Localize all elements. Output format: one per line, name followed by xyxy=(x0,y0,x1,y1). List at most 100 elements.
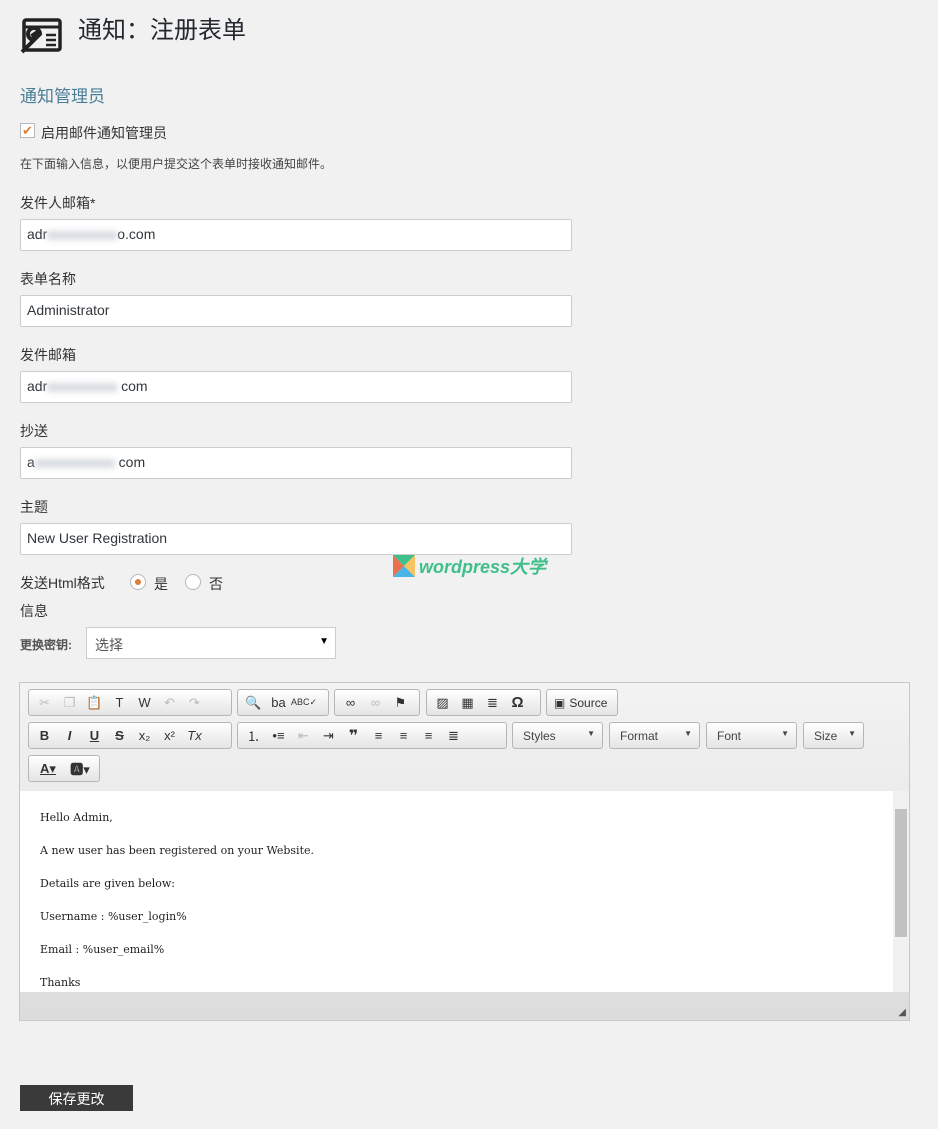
caret-down-icon: ▼ xyxy=(848,729,856,738)
field-label: 主题 xyxy=(20,499,48,515)
paste-text-icon[interactable]: T xyxy=(107,695,132,710)
bullet-list-icon[interactable]: •≡ xyxy=(266,728,291,743)
spellcheck-icon[interactable]: ABC✓ xyxy=(291,697,317,708)
editor-scrollbar[interactable] xyxy=(893,791,909,992)
field-label: 表单名称 xyxy=(20,271,76,287)
paragraph-group: ⒈ •≡ ⇤ ⇥ ❞ ≡ ≡ ≡ ≣ xyxy=(237,722,507,749)
size-label: Size xyxy=(814,729,838,743)
html-no-radio[interactable] xyxy=(185,574,201,590)
field-label: 发件人邮箱* xyxy=(20,195,96,211)
caret-down-icon: ▼ xyxy=(587,729,595,738)
content-line: Thanks xyxy=(40,976,81,989)
numbered-list-icon[interactable]: ⒈ xyxy=(241,726,266,745)
underline-icon[interactable]: U xyxy=(82,728,107,743)
styles-dropdown[interactable]: Styles ▼ xyxy=(512,722,603,749)
background-color-icon[interactable]: 🅰▾ xyxy=(64,759,96,778)
help-text: 在下面输入信息，以便用户提交这个表单时接收通知邮件。 xyxy=(20,157,333,171)
cc-input[interactable]: a com xyxy=(20,447,572,479)
html-yes-label: 是 xyxy=(154,576,168,592)
message-label: 信息 xyxy=(20,603,48,619)
strike-icon[interactable]: S xyxy=(107,728,132,743)
html-no-label: 否 xyxy=(209,576,223,592)
html-format-label: 发送Html格式 xyxy=(20,575,105,591)
justify-icon[interactable]: ≣ xyxy=(441,728,466,744)
paste-word-icon[interactable]: W xyxy=(132,695,157,710)
from-email-input[interactable]: adr o.com xyxy=(20,219,572,251)
value-prefix: a xyxy=(27,454,35,470)
anchor-flag-icon[interactable]: ⚑ xyxy=(388,695,413,711)
value-suffix: com xyxy=(117,378,148,394)
content-line: A new user has been registered on your W… xyxy=(40,844,315,857)
subject-input[interactable]: New User Registration xyxy=(20,523,572,555)
outdent-icon[interactable]: ⇤ xyxy=(291,728,316,744)
content-line: Hello Admin, xyxy=(40,811,113,824)
source-label: Source xyxy=(569,695,608,710)
value-suffix: com xyxy=(114,454,146,470)
link-group: ∞ ∞ ⚑ xyxy=(334,689,420,716)
basic-style-group: B I U Sx₂ x² Tx xyxy=(28,722,232,749)
special-char-omega-icon[interactable]: Ω xyxy=(505,694,530,711)
caret-down-icon: ▼ xyxy=(684,729,692,738)
cut-icon[interactable]: ✂ xyxy=(32,695,57,711)
blurred-text xyxy=(34,458,115,468)
undo-icon[interactable]: ↶ xyxy=(157,695,182,711)
source-icon: ▣ xyxy=(554,695,566,710)
value-prefix: adr xyxy=(27,378,48,394)
scrollbar-thumb[interactable] xyxy=(895,809,907,937)
key-label: 更换密钥: xyxy=(20,638,72,652)
italic-icon[interactable]: I xyxy=(57,728,82,743)
caret-down-icon: ▼ xyxy=(781,729,789,738)
styles-label: Styles xyxy=(523,729,556,743)
field-label: 发件邮箱 xyxy=(20,347,76,363)
rich-text-editor: ✂ ❐ 📋 T W ↶ ↷ 🔍 ba ABC✓ ∞ ∞ ⚑ ▨ ▦ ≣ Ω ▣ Source B I U Sx₂ x… xyxy=(19,682,910,1021)
form-name-input[interactable]: Administrator xyxy=(20,295,572,327)
save-changes-button[interactable]: 保存更改 xyxy=(20,1085,133,1111)
clipboard-group: ✂ ❐ 📋 T W ↶ ↷ xyxy=(28,689,232,716)
html-yes-radio[interactable] xyxy=(130,574,146,590)
format-label: Format xyxy=(620,729,659,743)
redo-icon[interactable]: ↷ xyxy=(182,695,207,711)
blurred-text xyxy=(47,230,118,240)
enable-notify-checkbox[interactable]: ✔ xyxy=(20,123,35,138)
watermark-logo: wordpress大学 xyxy=(393,553,546,579)
sender-email-input[interactable]: adr com xyxy=(20,371,572,403)
unlink-icon[interactable]: ∞ xyxy=(363,695,388,710)
source-button[interactable]: ▣ Source xyxy=(546,689,618,716)
editor-content[interactable]: Hello Admin, A new user has been registe… xyxy=(20,791,893,992)
superscript-icon[interactable]: x² xyxy=(157,728,182,743)
key-select[interactable]: 选择 ▼ xyxy=(86,627,336,659)
value-suffix: o.com xyxy=(117,226,156,242)
horizontal-rule-icon[interactable]: ≣ xyxy=(480,695,505,711)
content-line: Username : %user_login% xyxy=(40,910,187,923)
select-value: 选择 xyxy=(95,637,123,653)
font-dropdown[interactable]: Font ▼ xyxy=(706,722,797,749)
subscript-icon[interactable]: x₂ xyxy=(132,728,157,743)
enable-notify-label: 启用邮件通知管理员 xyxy=(41,125,167,141)
page-icon xyxy=(20,18,62,61)
align-center-icon[interactable]: ≡ xyxy=(391,728,416,743)
align-right-icon[interactable]: ≡ xyxy=(416,728,441,743)
section-title: 通知管理员 xyxy=(20,87,105,107)
bold-icon[interactable]: B xyxy=(32,728,57,743)
find-icon[interactable]: 🔍 xyxy=(241,695,266,711)
remove-format-icon[interactable]: Tx xyxy=(182,728,207,743)
table-icon[interactable]: ▦ xyxy=(455,695,480,711)
blurred-text xyxy=(47,382,118,392)
text-color-icon[interactable]: A▾ xyxy=(32,761,64,777)
blockquote-icon[interactable]: ❞ xyxy=(341,726,366,746)
image-icon[interactable]: ▨ xyxy=(430,695,455,711)
indent-icon[interactable]: ⇥ xyxy=(316,728,341,744)
replace-icon[interactable]: ba xyxy=(266,695,291,710)
dropdown-arrow-icon: ▼ xyxy=(319,636,329,647)
copy-icon[interactable]: ❐ xyxy=(57,695,82,711)
resize-handle-icon[interactable]: ◢ xyxy=(898,1007,906,1018)
align-left-icon[interactable]: ≡ xyxy=(366,728,391,743)
link-icon[interactable]: ∞ xyxy=(338,695,363,710)
size-dropdown[interactable]: Size ▼ xyxy=(803,722,864,749)
format-dropdown[interactable]: Format ▼ xyxy=(609,722,700,749)
page-title: 通知：注册表单 xyxy=(78,16,246,44)
content-line: Email : %user_email% xyxy=(40,943,165,956)
paste-icon[interactable]: 📋 xyxy=(82,695,107,711)
field-label: 抄送 xyxy=(20,423,48,439)
value-prefix: adr xyxy=(27,226,48,242)
